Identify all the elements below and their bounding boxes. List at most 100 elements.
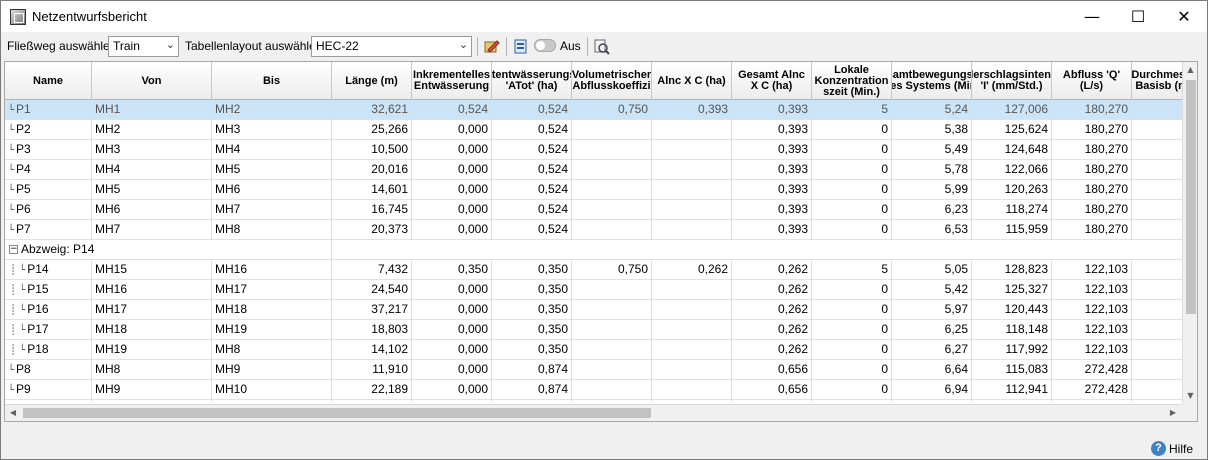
table-row[interactable]: └ P9 MH9 MH10 22,189 0,000 0,874 0,656 0 6,94 112,… xyxy=(5,380,1182,400)
table-cell: 5,49 xyxy=(892,140,972,160)
column-header[interactable]: Gesamtentwässerungsgebiet 'ATot' (ha) xyxy=(492,62,572,100)
table-cell: 115,959 xyxy=(972,220,1052,240)
table-cell xyxy=(572,160,652,180)
column-header[interactable]: Gesamt Alnc X C (ha) xyxy=(732,62,812,100)
maximize-button[interactable]: ☐ xyxy=(1115,1,1161,32)
table-cell: 5 xyxy=(812,100,892,120)
scroll-up-icon[interactable]: ▲ xyxy=(1183,62,1197,78)
table-row[interactable]: └P10MH10MH1117,5040,0000,874 0,65607,1711… xyxy=(5,400,1182,402)
table-cell: 120,263 xyxy=(972,180,1052,200)
app-icon xyxy=(10,9,26,25)
column-header[interactable]: Gesamtbewegungszeit des Systems (Min. xyxy=(892,62,972,100)
export-icon[interactable] xyxy=(512,38,529,55)
table-cell: 0,000 xyxy=(412,300,492,320)
table-cell: 0,524 xyxy=(492,220,572,240)
table-cell xyxy=(652,120,732,140)
toggle-switch[interactable] xyxy=(534,39,556,52)
table-row[interactable]: ┊ └ P15 MH16 MH17 24,540 0,000 0,350 0,262 0 5,42… xyxy=(5,280,1182,300)
table-row[interactable]: └ P3 MH3 MH4 10,500 0,000 0,524 0,393 0 5,49 124,6… xyxy=(5,140,1182,160)
table-cell: MH6 xyxy=(92,200,212,220)
column-header[interactable]: Von xyxy=(92,62,212,100)
tree-line-icon: ┊ └ xyxy=(10,305,26,316)
table-cell: 122,103 xyxy=(1052,280,1132,300)
table-cell: 272,428 xyxy=(1052,360,1132,380)
horizontal-scroll-thumb[interactable] xyxy=(23,408,651,418)
table-cell: 122,103 xyxy=(1052,260,1132,280)
table-cell: 0 xyxy=(812,360,892,380)
table-cell xyxy=(572,140,652,160)
table-cell: 0 xyxy=(812,160,892,180)
print-preview-icon[interactable] xyxy=(593,38,610,55)
pipe-name-cell: └ P9 xyxy=(5,380,92,400)
column-header[interactable]: Inkrementelles Entwässerung xyxy=(412,62,492,100)
table-cell: 0,874 xyxy=(492,400,572,402)
column-header[interactable]: Abfluss 'Q' (L/s) xyxy=(1052,62,1132,100)
table-row[interactable]: └ P2 MH2 MH3 25,266 0,000 0,524 0,393 0 5,38 125,6… xyxy=(5,120,1182,140)
table-cell: MH8 xyxy=(92,360,212,380)
table-row[interactable]: └ P5 MH5 MH6 14,601 0,000 0,524 0,393 0 5,99 120,2… xyxy=(5,180,1182,200)
close-button[interactable]: ✕ xyxy=(1161,1,1207,32)
flow-path-value: Train xyxy=(113,39,140,53)
column-header[interactable]: Volumetrischer Abflusskoeffizi xyxy=(572,62,652,100)
table-cell: 272,428 xyxy=(1052,380,1132,400)
table-cell xyxy=(652,400,732,402)
group-label[interactable]: − Abzweig: P14 xyxy=(5,240,94,260)
edit-layout-icon[interactable] xyxy=(483,38,500,55)
table-cell: 0,262 xyxy=(732,340,812,360)
table-cell: 0,350 xyxy=(412,260,492,280)
column-header[interactable]: Name xyxy=(5,62,92,100)
column-header[interactable]: Länge (m) xyxy=(332,62,412,100)
table-cell: 0,524 xyxy=(492,140,572,160)
column-header[interactable]: Niederschlagsintensität 'I' (mm/Std.) xyxy=(972,62,1052,100)
column-header[interactable]: Alnc X C (ha) xyxy=(652,62,732,100)
horizontal-scrollbar[interactable]: ◀ ▶ xyxy=(5,404,1182,421)
table-cell: MH16 xyxy=(92,280,212,300)
table-cell: MH5 xyxy=(92,180,212,200)
table-row[interactable]: ┊ └ P17 MH18 MH19 18,803 0,000 0,350 0,262 0 6,25… xyxy=(5,320,1182,340)
table-cell: 0,000 xyxy=(412,180,492,200)
pipe-name-cell: └ P7 xyxy=(5,220,92,240)
table-layout-select[interactable]: HEC-22 ⌄ xyxy=(311,36,472,57)
table-cell: 0,350 xyxy=(492,280,572,300)
table-row[interactable]: ┊ └ P18 MH19 MH8 14,102 0,000 0,350 0,262 0 6,27 1… xyxy=(5,340,1182,360)
column-header[interactable]: Lokale Konzentration szeit (Min.) xyxy=(812,62,892,100)
tree-line-icon: ┊ └ xyxy=(10,345,26,356)
table-cell: 0,000 xyxy=(412,200,492,220)
table-cell: MH1 xyxy=(92,100,212,120)
table-cell: MH16 xyxy=(212,260,332,280)
scroll-right-icon[interactable]: ▶ xyxy=(1165,405,1181,421)
table-row[interactable]: └ P7 MH7 MH8 20,373 0,000 0,524 0,393 0 6,53 115,9… xyxy=(5,220,1182,240)
table-cell: 0,350 xyxy=(492,320,572,340)
group-row[interactable]: − Abzweig: P14 xyxy=(5,240,1182,260)
scroll-down-icon[interactable]: ▼ xyxy=(1183,388,1197,404)
table-row[interactable]: ┊ └ P14 MH15 MH16 7,432 0,350 0,350 0,750 0,262 0… xyxy=(5,260,1182,280)
pipe-name-cell: └P10 xyxy=(5,400,92,402)
table-cell: 0,000 xyxy=(412,360,492,380)
collapse-icon[interactable]: − xyxy=(9,245,18,255)
table-cell: 0 xyxy=(812,140,892,160)
table-cell xyxy=(1132,340,1182,360)
table-cell: 272,428 xyxy=(1052,400,1132,402)
table-cell: MH17 xyxy=(92,300,212,320)
table-cell: MH6 xyxy=(212,180,332,200)
table-row[interactable]: └ P8 MH8 MH9 11,910 0,000 0,874 0,656 0 6,64 115,0… xyxy=(5,360,1182,380)
minimize-button[interactable]: — xyxy=(1069,1,1115,32)
scroll-left-icon[interactable]: ◀ xyxy=(5,405,21,421)
vertical-scroll-thumb[interactable] xyxy=(1186,80,1196,314)
column-header[interactable]: Bis xyxy=(212,62,332,100)
table-row[interactable]: ┊ └ P16 MH17 MH18 37,217 0,000 0,350 0,262 0 5,97… xyxy=(5,300,1182,320)
table-cell: 5,78 xyxy=(892,160,972,180)
table-cell: 180,270 xyxy=(1052,220,1132,240)
table-row[interactable]: └ P6 MH6 MH7 16,745 0,000 0,524 0,393 0 6,23 118,2… xyxy=(5,200,1182,220)
vertical-scrollbar[interactable]: ▲ ▼ xyxy=(1182,62,1197,404)
table-cell: 128,823 xyxy=(972,260,1052,280)
table-row[interactable]: └ P1 MH1 MH2 32,621 0,524 0,524 0,750 0,393 0,393… xyxy=(5,100,1182,120)
flow-path-select[interactable]: Train ⌄ xyxy=(108,36,179,57)
table-cell xyxy=(1132,100,1182,120)
pipe-name: P6 xyxy=(16,202,31,216)
tree-line-icon: └ xyxy=(8,105,15,116)
pipe-name-cell: └ P5 xyxy=(5,180,92,200)
table-row[interactable]: └ P4 MH4 MH5 20,016 0,000 0,524 0,393 0 5,78 122,0… xyxy=(5,160,1182,180)
pipe-name: P1 xyxy=(16,102,31,116)
table-cell: 7,432 xyxy=(332,260,412,280)
